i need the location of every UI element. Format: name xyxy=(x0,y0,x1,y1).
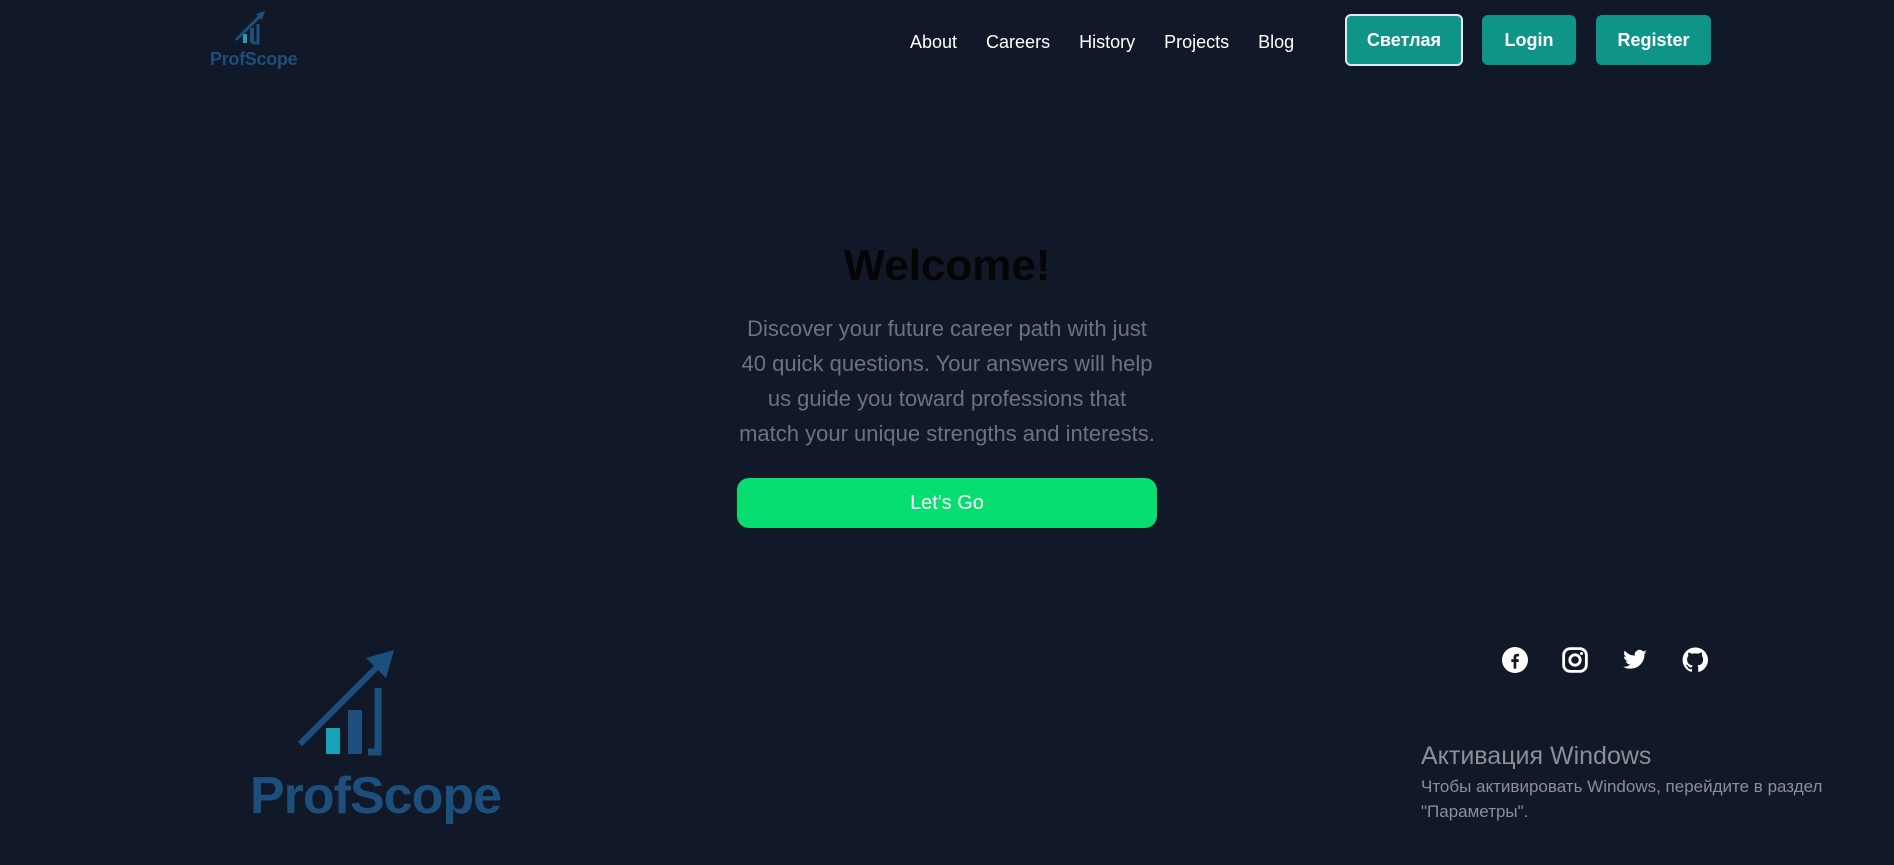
footer-logo-chart-icon xyxy=(297,650,394,756)
header-logo[interactable]: ProfScope xyxy=(208,10,300,72)
header-brand-text: ProfScope xyxy=(210,49,298,69)
nav-history[interactable]: History xyxy=(1079,30,1135,54)
theme-toggle-button[interactable]: Светлая xyxy=(1345,14,1463,66)
instagram-icon[interactable] xyxy=(1562,647,1588,673)
hero-title: Welcome! xyxy=(843,241,1051,290)
main-nav: About Careers History Projects Blog xyxy=(910,30,1323,54)
hero-section: Welcome! Discover your future career pat… xyxy=(0,238,1894,528)
windows-activation-watermark: Активация Windows Чтобы активировать Win… xyxy=(1421,741,1861,824)
nav-about[interactable]: About xyxy=(910,30,957,54)
nav-projects[interactable]: Projects xyxy=(1164,30,1229,54)
lets-go-button[interactable]: Let's Go xyxy=(737,478,1157,528)
social-links xyxy=(1502,647,1708,673)
footer-brand-text: ProfScope xyxy=(250,767,502,825)
watermark-text: Чтобы активировать Windows, перейдите в … xyxy=(1421,777,1823,821)
nav-blog[interactable]: Blog xyxy=(1258,30,1294,54)
footer-logo: ProfScope xyxy=(250,648,510,825)
page: ProfScope About Careers History Projects… xyxy=(0,0,1894,865)
watermark-title: Активация Windows xyxy=(1421,742,1652,770)
register-button[interactable]: Register xyxy=(1596,15,1711,65)
facebook-icon[interactable] xyxy=(1502,647,1528,673)
login-button[interactable]: Login xyxy=(1482,15,1576,65)
twitter-icon[interactable] xyxy=(1622,647,1648,673)
logo-chart-icon xyxy=(234,11,265,45)
github-icon[interactable] xyxy=(1682,647,1708,673)
nav-careers[interactable]: Careers xyxy=(986,30,1050,54)
hero-description: Discover your future career path with ju… xyxy=(739,316,1155,446)
